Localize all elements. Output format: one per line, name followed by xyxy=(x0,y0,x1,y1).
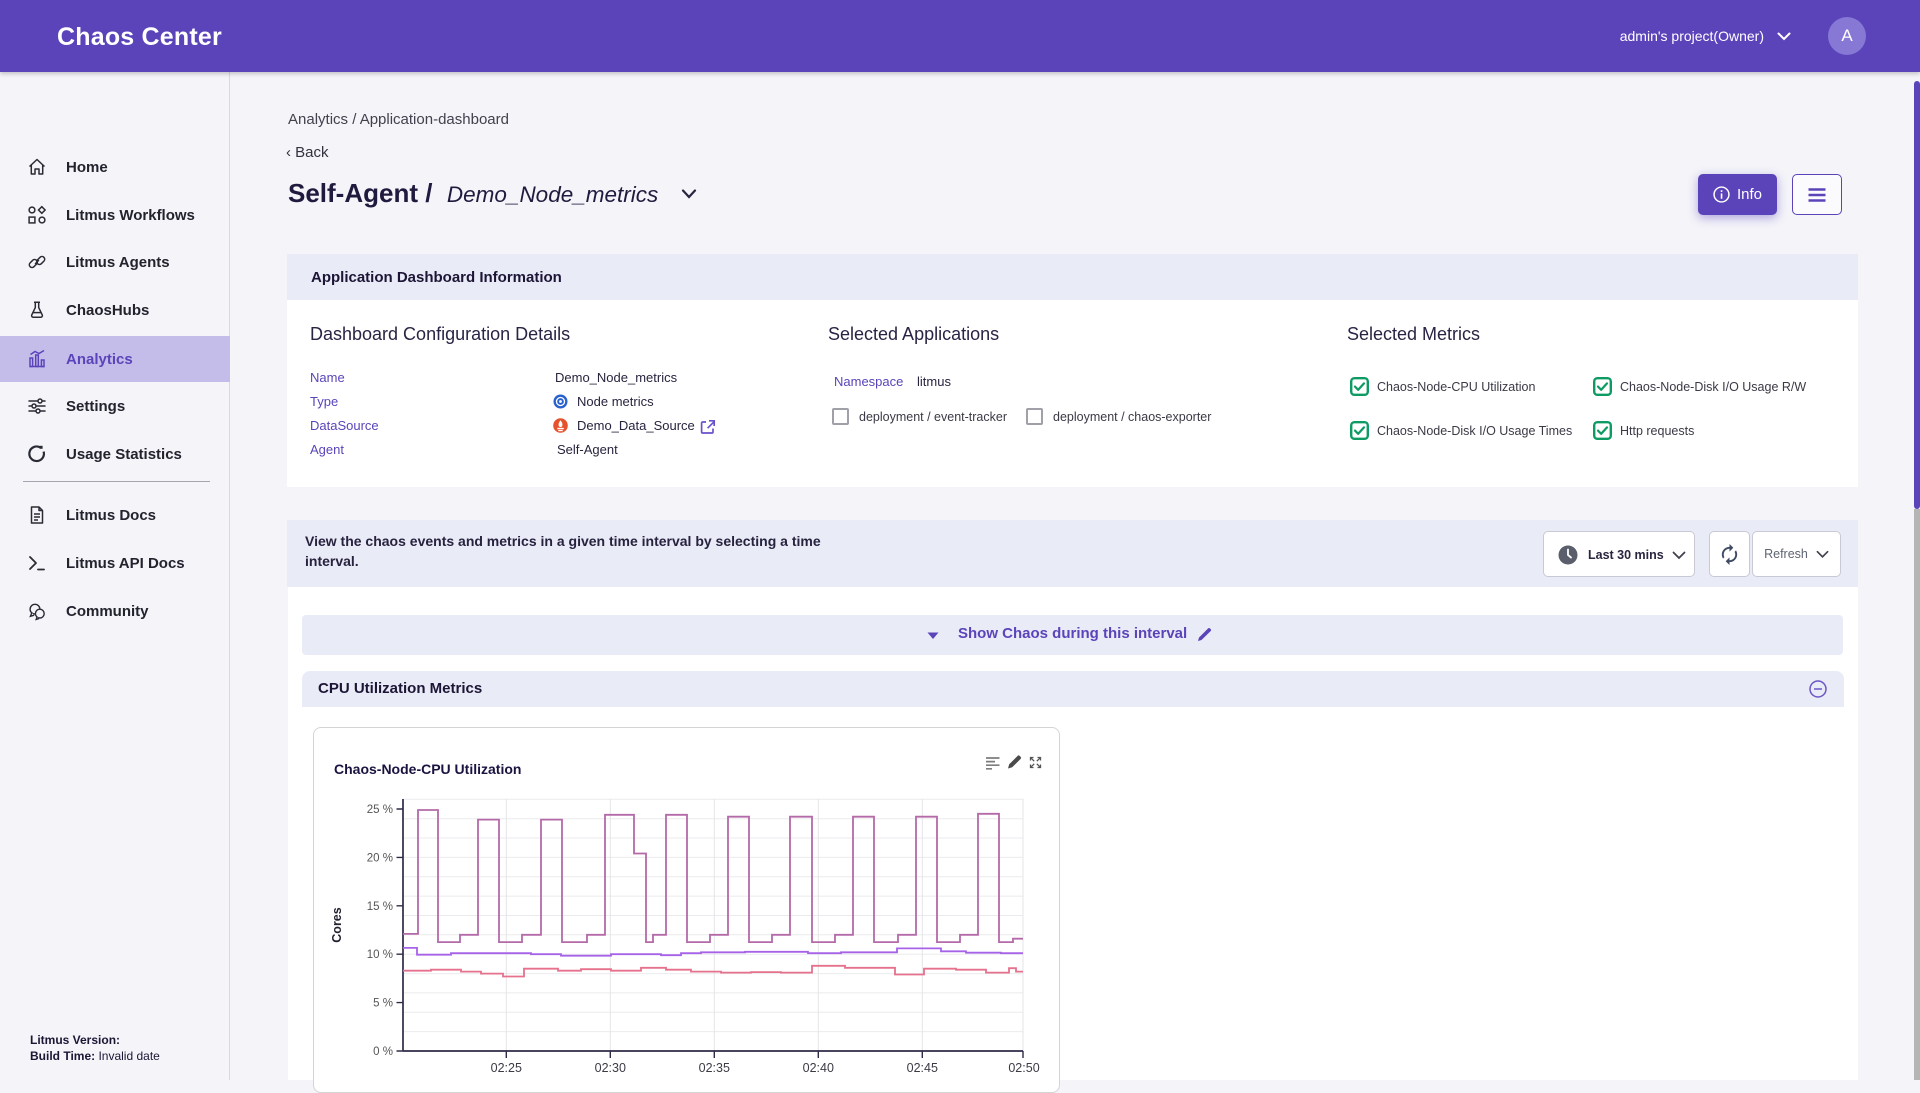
svg-text:02:25: 02:25 xyxy=(491,1061,522,1075)
svg-text:5 %: 5 % xyxy=(373,998,393,1010)
svg-text:02:50: 02:50 xyxy=(1008,1061,1039,1075)
svg-text:20 %: 20 % xyxy=(367,852,393,864)
svg-text:02:30: 02:30 xyxy=(595,1061,626,1075)
svg-text:0 %: 0 % xyxy=(373,1046,393,1058)
svg-text:10 %: 10 % xyxy=(367,949,393,961)
svg-text:15 %: 15 % xyxy=(367,901,393,913)
svg-text:02:40: 02:40 xyxy=(803,1061,834,1075)
svg-text:02:45: 02:45 xyxy=(907,1061,938,1075)
svg-text:Cores: Cores xyxy=(330,907,344,942)
svg-text:02:35: 02:35 xyxy=(699,1061,730,1075)
svg-text:25 %: 25 % xyxy=(367,804,393,816)
